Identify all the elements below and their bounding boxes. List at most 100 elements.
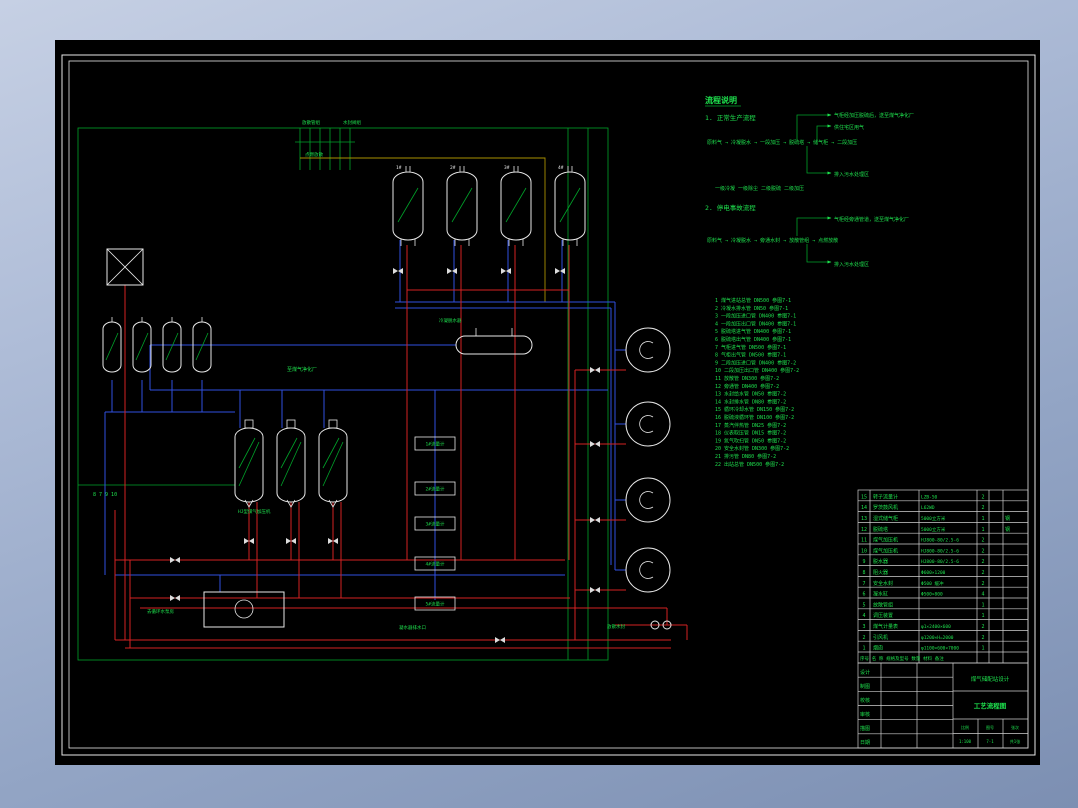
- pipe-row: 1 煤气进站总管 DN500 参图7-1: [715, 297, 791, 304]
- instrument-label: 2#流量计: [426, 486, 445, 493]
- bom-spec: 5000立方米: [921, 515, 946, 522]
- s2-main-chain: 原料气 → 冷凝脱水 → 旁通水封 → 放散管组 → 点燃放散: [707, 237, 838, 244]
- bom-qty: 1: [981, 527, 984, 533]
- pipe-row: 11 放散管 DN300 参图7-2: [715, 375, 779, 382]
- bom-no: 10: [861, 548, 867, 554]
- bom-no: 6: [862, 592, 865, 598]
- tb-cell-sheet-label: 张次: [1011, 724, 1019, 730]
- label-vessel-4: 4#: [558, 165, 564, 171]
- pipe-row: 17 蒸汽伴热管 DN25 参图7-2: [715, 422, 786, 429]
- s1-legend: 一级冷凝 一级除尘 二级脱硫 二级加压: [715, 185, 804, 192]
- bom-spec: φ1200×H=2000: [921, 635, 954, 641]
- bom-qty: 2: [981, 635, 984, 641]
- bom-qty: 2: [981, 548, 984, 554]
- label-to-plant: 至煤气净化厂: [287, 366, 317, 373]
- heat-exchanger: [106, 248, 144, 286]
- bom-qty: 2: [981, 538, 984, 544]
- pipe-row: 22 出站总管 DN500 参图7-2: [715, 461, 784, 468]
- tb-row-label: 制图: [860, 683, 870, 690]
- bom-spec: HJ800-80/2.5-6: [921, 559, 959, 565]
- bom-name: 脱硫塔: [873, 526, 888, 533]
- pipe-row: 2 冷凝水排水管 DN50 参图7-1: [715, 305, 788, 312]
- bom-name: 烟囱: [873, 645, 883, 652]
- fan-blowers: [625, 327, 671, 593]
- bom-name: 调压装置: [873, 612, 893, 619]
- pipe-row: 20 安全水封管 DN300 参图7-2: [715, 445, 789, 452]
- scrubber-vessels-top: [392, 165, 586, 247]
- instrument-label: 5#流量计: [426, 601, 445, 608]
- label-vessel-1: 1#: [396, 165, 402, 171]
- tb-drawing-title: 工艺流程图: [974, 701, 1007, 710]
- bom-note: 钢: [1005, 515, 1010, 522]
- frame-inner: [68, 60, 1029, 749]
- tb-project-name: 煤气储配站设计: [971, 675, 1010, 683]
- bom-name: 罗茨鼓风机: [873, 504, 898, 511]
- frame-outer: [61, 54, 1036, 756]
- bom-no: 8: [862, 570, 865, 576]
- s2-branch1: 气柜经旁通管道，送至煤气净化厂: [834, 216, 909, 223]
- bom-name: 放散管组: [873, 601, 893, 608]
- bom-name: 煤气加压机: [873, 537, 898, 544]
- bom-qty: 2: [981, 505, 984, 511]
- bom-spec: HJ800-80/2.5-6: [921, 538, 959, 544]
- tb-row-label: 审核: [860, 711, 870, 718]
- pipe-list: 1 煤气进站总管 DN500 参图7-1 2 冷凝水排水管 DN50 参图7-1…: [715, 297, 799, 468]
- bom-qty: 2: [981, 559, 984, 565]
- label-seal-valves: 水封阀组: [343, 119, 361, 126]
- tb-row-label: 日期: [860, 740, 870, 746]
- vent-manifold: [295, 128, 355, 170]
- pipe-row: 12 旁通管 DN400 参图7-2: [715, 383, 779, 390]
- bom-name: 脱水器: [873, 558, 888, 565]
- tb-cell-number-value: 7-1: [986, 739, 994, 744]
- bom-name: 引风机: [873, 634, 888, 641]
- label-vent-seal: 放散水封: [607, 623, 625, 630]
- pipe-row: 5 脱硫塔进气管 DN400 参图7-1: [715, 328, 791, 335]
- pipe-row: 10 二段加压出口管 DN400 参图7-2: [715, 367, 799, 374]
- pipe-row: 21 排污管 DN80 参图7-2: [715, 453, 776, 460]
- bom-name: 安全水封: [873, 580, 893, 587]
- pipe-row: 18 仪表取压管 DN15 参图7-2: [715, 430, 786, 437]
- flow-notes: 流程说明 1. 正常生产流程 气柜经加压脱硫后，送至煤气净化厂 供住宅区用气 原…: [705, 95, 914, 268]
- bom-spec: 5000立方米: [921, 526, 946, 533]
- instrument-label: 3#流量计: [426, 521, 445, 528]
- bom-spec: Φ500×800: [921, 592, 943, 598]
- label-vessel-2: 2#: [450, 165, 456, 171]
- diagram-labels: 放散管组 水封阀组 点燃放散 至煤气净化厂 8 7 9 10 HJ型煤气加压机 …: [93, 119, 625, 631]
- pipe-row: 8 气柜出气管 DN500 参图7-1: [715, 352, 786, 359]
- bom-name: 凝水缸: [873, 591, 888, 598]
- bom-no: 12: [861, 527, 867, 533]
- pipe-row: 3 一段加压进口管 DN400 参图7-1: [715, 313, 796, 320]
- label-vent-group: 放散管组: [302, 119, 320, 126]
- pump-station-box: [203, 591, 285, 628]
- bom-spec: Φ600×1200: [921, 570, 946, 576]
- tb-cell-scale-value: 1:100: [959, 739, 972, 744]
- tb-row-label: 描图: [860, 725, 870, 732]
- horizontal-separator: [455, 328, 533, 355]
- bom-spec: φ1×2400×600: [921, 624, 951, 630]
- label-flare: 点燃放散: [305, 151, 323, 158]
- s1-branch3: 排入污水处理区: [834, 171, 869, 178]
- bom-no: 2: [862, 635, 865, 641]
- bom-header: 序号 名 称 规格及型号 数量 材料 备注: [860, 655, 944, 662]
- bom-qty: 2: [981, 570, 984, 576]
- bom-no: 5: [862, 602, 865, 608]
- bom-name: 煤气加压机: [873, 547, 898, 554]
- pipe-row: 16 脱硫液循环管 DN100 参图7-2: [715, 414, 794, 421]
- flow-notes-s1-heading: 1. 正常生产流程: [705, 113, 756, 122]
- flow-notes-s2-heading: 2. 停电事故流程: [705, 203, 756, 212]
- bom-table: 15 转子流量计 LZB-50 2 14 罗茨鼓风机 L62WD 2 13 湿式储气柜 5000…: [857, 489, 1029, 664]
- blue-pipe-network: [104, 240, 626, 600]
- bom-no: 1: [862, 646, 865, 652]
- bom-name: 湿式储气柜: [873, 515, 898, 522]
- bom-name: 煤气计量表: [873, 623, 898, 630]
- title-block: 设计 制图 校核 审核 描图 日期 煤气储配站设计 工艺流程图 比例 图号 张次…: [857, 662, 1029, 749]
- bom-qty: 1: [981, 516, 984, 522]
- bom-qty: 1: [981, 613, 984, 619]
- tb-cell-number-label: 图号: [986, 724, 994, 730]
- label-pump-house: 去循环水泵房: [147, 608, 174, 615]
- bom-no: 9: [862, 559, 865, 565]
- pipe-row: 7 气柜进气管 DN500 参图7-1: [715, 344, 786, 351]
- compressor-vessels-mid: [234, 419, 348, 508]
- bom-qty: 1: [981, 646, 984, 652]
- bom-name: 阻火器: [873, 569, 888, 576]
